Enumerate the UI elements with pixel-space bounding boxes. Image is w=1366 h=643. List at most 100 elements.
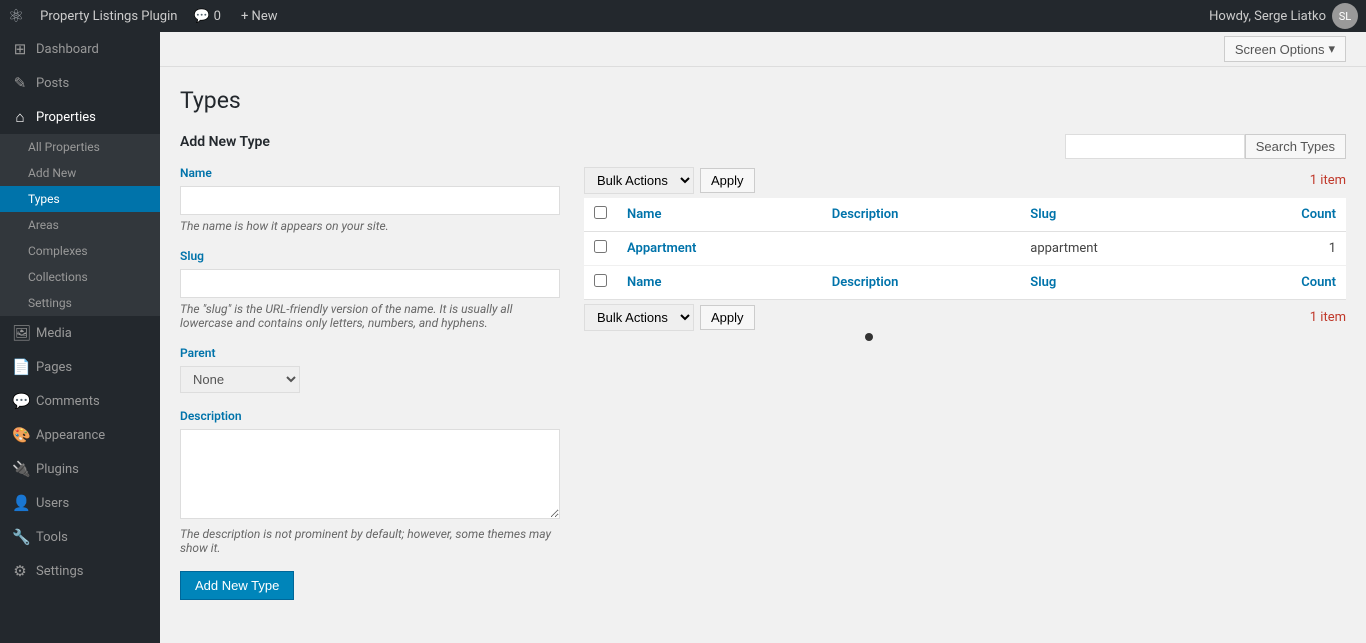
plugins-icon: 🔌 (12, 460, 28, 478)
page-title: Types (180, 87, 1346, 114)
search-box: Search Types (1065, 134, 1346, 159)
media-icon: 🖼 (12, 324, 28, 342)
submenu-item-areas[interactable]: Areas (0, 212, 160, 238)
slug-input[interactable] (180, 269, 560, 298)
sidebar-label-plugins: Plugins (36, 462, 79, 477)
row-name-link[interactable]: Appartment (627, 241, 696, 256)
bulk-actions-bottom-select[interactable]: Bulk Actions (584, 304, 694, 331)
sidebar-label-dashboard: Dashboard (36, 42, 99, 57)
row-description-cell (822, 232, 1021, 266)
add-new-type-button[interactable]: Add New Type (180, 571, 294, 600)
properties-submenu: All Properties Add New Types Areas Compl… (0, 134, 160, 316)
item-count-bottom: 1 item (1310, 310, 1346, 325)
bulk-actions-top: Bulk Actions Apply (584, 167, 755, 194)
sidebar-label-tools: Tools (36, 530, 68, 545)
submenu-item-settings[interactable]: Settings (0, 290, 160, 316)
th-name[interactable]: Name (617, 198, 822, 232)
new-content-link[interactable]: + New (241, 9, 278, 24)
dashboard-icon: ⊞ (12, 40, 28, 58)
search-types-button[interactable]: Search Types (1245, 134, 1346, 159)
search-input[interactable] (1065, 134, 1245, 159)
th-count[interactable]: Count (1221, 198, 1346, 232)
row-checkbox-cell (584, 232, 617, 266)
tf-description[interactable]: Description (822, 266, 1021, 300)
pages-icon: 📄 (12, 358, 28, 376)
screen-options-label: Screen Options (1235, 42, 1325, 57)
screen-options-bar: Screen Options ▾ (160, 32, 1366, 67)
submenu-item-add-new[interactable]: Add New (0, 160, 160, 186)
tools-icon: 🔧 (12, 528, 28, 546)
add-new-form-title: Add New Type (180, 134, 560, 150)
table-footer-row: Name Description Slug Count (584, 266, 1346, 300)
sidebar-item-tools[interactable]: 🔧 Tools (0, 520, 160, 554)
sidebar-label-media: Media (36, 326, 72, 341)
slug-field: Slug The "slug" is the URL-friendly vers… (180, 249, 560, 330)
th-description[interactable]: Description (822, 198, 1021, 232)
sidebar-item-users[interactable]: 👤 Users (0, 486, 160, 520)
select-all-bottom-checkbox[interactable] (594, 274, 607, 287)
sidebar-item-settings[interactable]: ⚙ Settings (0, 554, 160, 588)
slug-desc: The "slug" is the URL-friendly version o… (180, 302, 560, 330)
howdy-text: Howdy, Serge Liatko (1209, 9, 1326, 24)
table-top-right: Search Types (1065, 134, 1346, 159)
wp-logo-icon[interactable]: ⚛ (8, 6, 24, 27)
name-input[interactable] (180, 186, 560, 215)
types-table-wrap: Search Types Bulk Actions Apply (584, 134, 1346, 600)
name-desc: The name is how it appears on your site. (180, 219, 560, 233)
sidebar-label-pages: Pages (36, 360, 72, 375)
apply-bottom-button[interactable]: Apply (700, 305, 755, 330)
properties-icon: ⌂ (12, 108, 28, 126)
page-body: Types Add New Type Name The name is how … (160, 67, 1366, 620)
table-header-row: Name Description Slug Count (584, 198, 1346, 232)
sidebar-item-posts[interactable]: ✎ Posts (0, 66, 160, 100)
parent-label: Parent (180, 346, 560, 360)
sidebar-item-pages[interactable]: 📄 Pages (0, 350, 160, 384)
sidebar-label-comments: Comments (36, 394, 100, 409)
sidebar-label-settings: Settings (36, 564, 83, 579)
select-all-checkbox[interactable] (594, 206, 607, 219)
row-checkbox[interactable] (594, 240, 607, 253)
screen-options-button[interactable]: Screen Options ▾ (1224, 36, 1346, 62)
users-icon: 👤 (12, 494, 28, 512)
add-new-type-form: Add New Type Name The name is how it app… (180, 134, 560, 600)
description-textarea[interactable] (180, 429, 560, 519)
bulk-actions-top-bar: Bulk Actions Apply 1 item (584, 167, 1346, 194)
admin-bar-right: Howdy, Serge Liatko SL (1209, 3, 1358, 29)
site-name-link[interactable]: Property Listings Plugin (40, 9, 177, 24)
page-wrap: Types Add New Type Name The name is how … (180, 87, 1346, 600)
sidebar-item-properties[interactable]: ⌂ Properties All Properties Add New Type… (0, 100, 160, 316)
th-checkbox (584, 198, 617, 232)
tf-checkbox (584, 266, 617, 300)
tf-count[interactable]: Count (1221, 266, 1346, 300)
sidebar-item-plugins[interactable]: 🔌 Plugins (0, 452, 160, 486)
settings-icon: ⚙ (12, 562, 28, 580)
submenu-item-types[interactable]: Types (0, 186, 160, 212)
table-row: Appartment appartment 1 (584, 232, 1346, 266)
comments-link[interactable]: 💬 0 (193, 9, 221, 24)
submenu-item-collections[interactable]: Collections (0, 264, 160, 290)
bulk-actions-top-select[interactable]: Bulk Actions (584, 167, 694, 194)
submenu-item-complexes[interactable]: Complexes (0, 238, 160, 264)
types-table: Name Description Slug Count (584, 198, 1346, 300)
parent-select[interactable]: None (180, 366, 300, 393)
apply-top-button[interactable]: Apply (700, 168, 755, 193)
sidebar-label-properties: Properties (36, 110, 96, 125)
sidebar-item-media[interactable]: 🖼 Media (0, 316, 160, 350)
sidebar-item-dashboard[interactable]: ⊞ Dashboard (0, 32, 160, 66)
comments-icon: 💬 (193, 9, 209, 24)
table-top-bar: Search Types (584, 134, 1346, 159)
sidebar-item-comments[interactable]: 💬 Comments (0, 384, 160, 418)
screen-options-chevron: ▾ (1328, 41, 1335, 57)
table-footer: Name Description Slug Count (584, 266, 1346, 300)
tf-name[interactable]: Name (617, 266, 822, 300)
bulk-actions-bottom-bar: Bulk Actions Apply 1 item (584, 304, 1346, 331)
th-slug[interactable]: Slug (1020, 198, 1220, 232)
submenu-item-all-properties[interactable]: All Properties (0, 134, 160, 160)
tf-slug[interactable]: Slug (1020, 266, 1220, 300)
sidebar-item-appearance[interactable]: 🎨 Appearance (0, 418, 160, 452)
posts-icon: ✎ (12, 74, 28, 92)
comments-count: 0 (214, 9, 221, 24)
bulk-actions-bottom: Bulk Actions Apply (584, 304, 755, 331)
description-label: Description (180, 409, 560, 423)
user-avatar[interactable]: SL (1332, 3, 1358, 29)
